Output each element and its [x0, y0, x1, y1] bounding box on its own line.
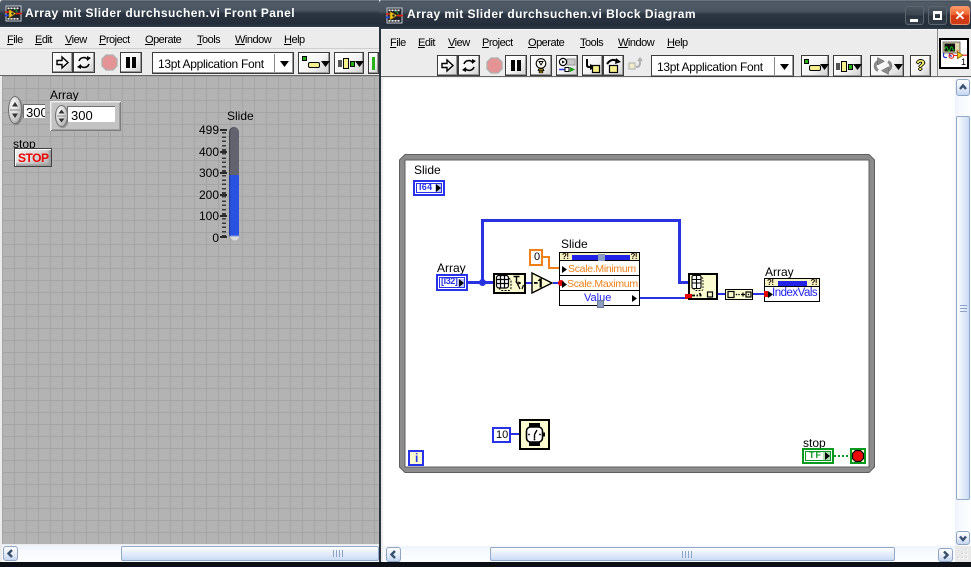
- svg-text:1: 1: [961, 57, 966, 67]
